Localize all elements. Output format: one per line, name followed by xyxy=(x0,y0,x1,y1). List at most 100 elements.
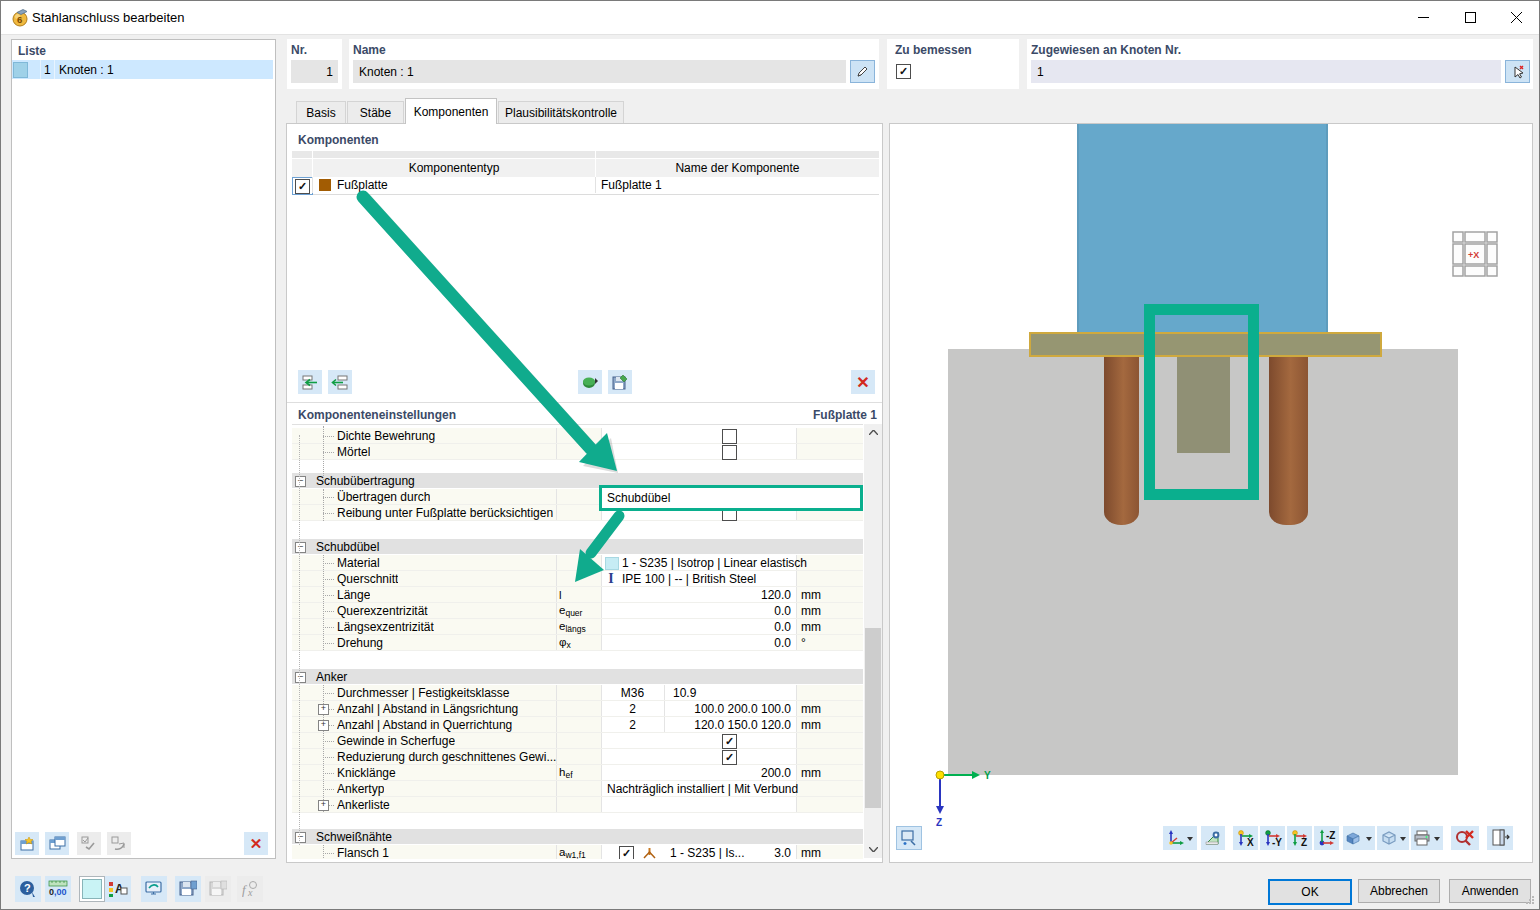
ok-button[interactable]: OK xyxy=(1268,879,1352,905)
col-header-name-der-komponente[interactable]: Name der Komponente xyxy=(596,159,879,177)
component-row-fussplatte[interactable]: ✓ Fußplatte Fußplatte 1 xyxy=(292,177,879,195)
setting-label: Länge xyxy=(337,587,370,602)
setting-checkbox-dichte-bewehrung[interactable] xyxy=(722,429,737,444)
settings-group-anker[interactable]: –Anker xyxy=(292,669,863,684)
setting-value: 0.0 xyxy=(774,619,791,634)
list-item-knoten-1[interactable]: 1 Knoten : 1 xyxy=(12,60,273,79)
settings-row-l-ngsexzentrizit-t[interactable]: Längsexzentrizitätelängs0.0mm xyxy=(292,619,863,635)
print-button[interactable] xyxy=(1411,826,1443,850)
viewport-panel[interactable]: +X Y Z X-YZ-Z xyxy=(889,123,1533,863)
settings-row-l-nge[interactable]: Längel120.0mm xyxy=(292,587,863,603)
list-item-num: 1 xyxy=(44,60,51,79)
color-swatch-button[interactable] xyxy=(79,876,105,902)
expand-icon[interactable]: + xyxy=(318,800,329,811)
visibility-mode-button[interactable] xyxy=(1377,826,1409,850)
viewport-mode-button[interactable] xyxy=(896,826,922,850)
component-checkbox[interactable]: ✓ xyxy=(295,179,310,194)
component-save-button[interactable] xyxy=(608,370,632,394)
projection-axes-button[interactable] xyxy=(1163,826,1197,850)
group-label: Schubdübel xyxy=(316,539,379,554)
panel-toggle-button[interactable] xyxy=(1487,826,1513,850)
component-delete-button[interactable]: ✕ xyxy=(851,370,875,394)
settings-row-material[interactable]: Material1 - S235 | Isotrop | Linear elas… xyxy=(292,555,863,571)
check-all-button[interactable] xyxy=(77,832,101,855)
settings-row-durchmesser-festigkeitsklasse[interactable]: Durchmesser | FestigkeitsklasseM3610.9 xyxy=(292,685,863,701)
expand-icon[interactable]: + xyxy=(318,720,329,731)
settings-row-flansch-1[interactable]: Flansch 1aw1,f1✓1 - S235 | Is...3.0mm xyxy=(292,845,863,859)
uncheck-all-button[interactable] xyxy=(107,832,131,855)
display-properties-button[interactable]: A xyxy=(105,876,131,902)
setting-checkbox-gewinde-in-scherfuge[interactable]: ✓ xyxy=(722,734,737,749)
scroll-down-button[interactable] xyxy=(864,841,882,858)
apply-button[interactable]: Anwenden xyxy=(1449,879,1531,903)
settings-row-m-rtel[interactable]: Mörtel xyxy=(292,444,863,460)
zugewiesen-field[interactable]: 1 xyxy=(1031,60,1501,83)
nr-box: Nr. 1 xyxy=(287,39,342,89)
settings-row-knickl-nge[interactable]: Knicklängehef200.0mm xyxy=(292,765,863,781)
tab-plausibilitaetskontrolle[interactable]: Plausibilitätskontrolle xyxy=(498,101,624,123)
settings-row-gewinde-in-scherfuge[interactable]: Gewinde in Scherfuge✓ xyxy=(292,733,863,749)
delete-all-button[interactable]: ✕ xyxy=(244,832,268,855)
settings-row-reduzierung-durch-geschnittenes-gewi[interactable]: Reduzierung durch geschnittenes Gewi... ✓ xyxy=(292,749,863,765)
expand-icon[interactable]: + xyxy=(318,704,329,715)
view-x-button[interactable]: X xyxy=(1233,826,1258,850)
tab-komponenten[interactable]: Komponenten xyxy=(405,98,497,124)
formula-disabled-button[interactable]: fx xyxy=(237,876,263,902)
weld-checkbox[interactable]: ✓ xyxy=(619,846,634,859)
setting-checkbox-m-rtel[interactable] xyxy=(722,445,737,460)
svg-text:Z: Z xyxy=(1301,837,1307,847)
save-defaults-button[interactable] xyxy=(175,876,201,902)
view-minus-y-button[interactable]: -Y xyxy=(1260,826,1285,850)
screen-settings-button[interactable] xyxy=(141,876,167,902)
minimize-button[interactable] xyxy=(1400,1,1446,34)
select-nodes-button[interactable] xyxy=(1505,60,1530,83)
resize-grip[interactable] xyxy=(1525,895,1535,905)
tab-staebe[interactable]: Stäbe xyxy=(347,101,404,123)
view-z-button[interactable]: Z xyxy=(1287,826,1312,850)
help-button[interactable]: ? xyxy=(15,876,41,902)
settings-row-dichte-bewehrung[interactable]: Dichte Bewehrung xyxy=(292,428,863,444)
cancel-button[interactable]: Abbrechen xyxy=(1358,879,1440,903)
settings-scrollbar[interactable] xyxy=(864,424,882,858)
settings-row-drehung[interactable]: Drehungφx0.0° xyxy=(292,635,863,651)
settings-row-anzahl-abstand-in-querrichtung[interactable]: +Anzahl | Abstand in Querrichtung2120.0 … xyxy=(292,717,863,733)
settings-group-schubd-bel[interactable]: –Schubdübel xyxy=(292,539,863,554)
new-item-button[interactable] xyxy=(15,832,39,855)
scroll-up-button[interactable] xyxy=(864,424,882,441)
save-as-default-disabled-button[interactable] xyxy=(205,876,231,902)
settings-row-ankertyp[interactable]: AnkertypNachträglich installiert | Mit V… xyxy=(292,781,863,797)
uebertragen-durch-dropdown[interactable]: Schubdübel xyxy=(599,485,863,511)
zu-bemessen-checkbox[interactable]: ✓ xyxy=(896,64,911,79)
view-minus-z-button[interactable]: -Z xyxy=(1314,826,1339,850)
setting-symbol: elängs xyxy=(559,619,586,634)
zoom-reset-button[interactable] xyxy=(1451,826,1479,850)
nr-field: 1 xyxy=(291,60,338,83)
measure-button[interactable] xyxy=(1201,826,1225,850)
col-header-komponententyp[interactable]: Komponententyp xyxy=(313,159,595,177)
settings-row-anzahl-abstand-in-l-ngsrichtung[interactable]: +Anzahl | Abstand in Längsrichtung2100.0… xyxy=(292,701,863,717)
setting-label: Reduzierung durch geschnittenes Gewi... xyxy=(337,749,556,764)
setting-checkbox-reduzierung-durch-geschnittenes-gewi[interactable]: ✓ xyxy=(722,750,737,765)
scroll-thumb[interactable] xyxy=(865,628,881,808)
settings-row-ankerliste[interactable]: +Ankerliste xyxy=(292,797,863,813)
group-label: Anker xyxy=(316,669,347,684)
name-field[interactable]: Knoten : 1 xyxy=(353,60,846,83)
setting-label: Reibung unter Fußplatte berücksichtigen xyxy=(337,505,553,520)
group-label: Schubübertragung xyxy=(316,473,415,488)
svg-text:-Y: -Y xyxy=(1272,837,1282,847)
decimal-places-button[interactable]: 0,00 xyxy=(45,876,71,902)
component-remove-row-button[interactable] xyxy=(328,370,352,394)
component-insert-row-button[interactable] xyxy=(298,370,322,394)
settings-row-querexzentrizit-t[interactable]: Querexzentrizitätequer0.0mm xyxy=(292,603,863,619)
settings-group-schwei-n-hte[interactable]: –Schweißnähte xyxy=(292,829,863,844)
close-button[interactable] xyxy=(1494,1,1539,34)
view-navigator[interactable]: +X xyxy=(1451,230,1500,279)
tab-basis[interactable]: Basis xyxy=(296,101,346,123)
setting-symbol: l xyxy=(559,587,562,602)
copy-item-button[interactable] xyxy=(45,832,69,855)
rename-button[interactable] xyxy=(850,60,875,83)
component-import-button[interactable] xyxy=(578,370,602,394)
render-mode-button[interactable] xyxy=(1343,826,1375,850)
settings-row-querschnitt[interactable]: QuerschnittIIPE 100 | -- | British Steel xyxy=(292,571,863,587)
maximize-button[interactable] xyxy=(1447,1,1493,34)
